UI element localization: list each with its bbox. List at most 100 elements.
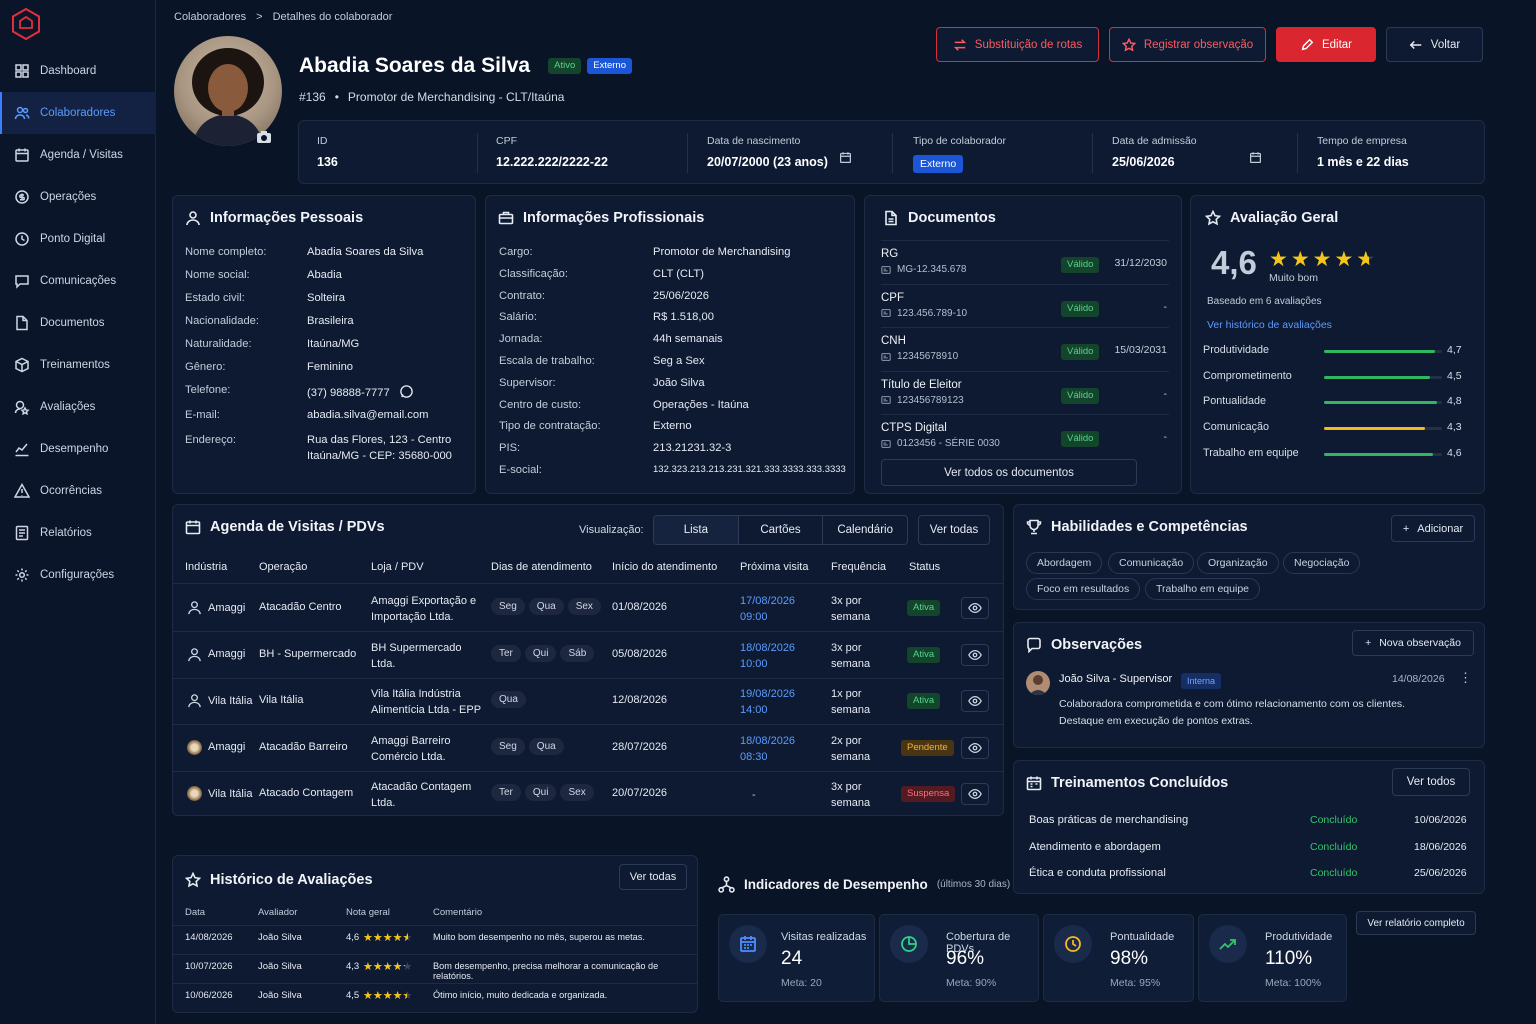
view-calendar-tab[interactable]: Calendário <box>823 516 907 544</box>
profile-role: Promotor de Merchandising - CLT/Itaúna <box>347 90 565 104</box>
kpi-card[interactable]: Pontualidade 98% Meta: 95% <box>1043 914 1194 1002</box>
skill-tag[interactable]: Organização <box>1197 552 1279 574</box>
document-number: 0123456 - SÉRIE 0030 <box>881 438 1000 449</box>
skill-tag[interactable]: Foco em resultados <box>1026 578 1141 600</box>
view-eye-icon[interactable] <box>961 643 989 666</box>
skill-tag[interactable]: Negociação <box>1283 552 1361 574</box>
history-row[interactable]: 10/06/2026João Silva4,5★★★★★★★★★★Ótimo i… <box>173 989 697 1009</box>
personal-field-value: Solteira <box>307 292 345 304</box>
history-row[interactable]: 10/07/2026João Silva4,3★★★★★★★★★★Bom des… <box>173 960 697 981</box>
table-row[interactable]: Vila Itália Vila Itália Vila Itália Indúst… <box>173 678 1003 724</box>
history-comment: Muito bom desempenho no mês, superou as … <box>433 932 645 942</box>
trainings-see-all-button[interactable]: Ver todos <box>1392 768 1470 796</box>
document-row[interactable]: CNH 12345678910 Válido 15/03/2031 <box>881 335 1171 375</box>
history-see-all-label: Ver todas <box>629 871 677 883</box>
kpi-value: 98% <box>1110 948 1149 969</box>
star-icon: ★★ <box>382 932 393 944</box>
history-row[interactable]: 14/08/2026 João Silva 4,6 ★ ★ ★ ★ ★ ★ ★ ★ ★ ★ Muito b… <box>173 931 697 951</box>
document-row[interactable]: Título de Eleitor 123456789123 Válido - <box>881 379 1171 419</box>
sidebar-item-comunicações[interactable]: Comunicações <box>0 260 156 302</box>
star-icon: ★★ <box>1356 248 1379 271</box>
skill-tag[interactable]: Abordagem <box>1026 552 1103 574</box>
criterion-bar-fill <box>1324 375 1431 379</box>
document-icon <box>885 210 897 226</box>
agenda-start-date: 20/07/2026 <box>612 787 668 799</box>
observation-text-line1: Colaboradora comprometida e com ótimo re… <box>1059 698 1406 710</box>
document-status: Válido <box>1061 257 1100 273</box>
personal-field-label: E-mail: <box>185 409 220 421</box>
personal-field-value: Itaúna/MG <box>307 338 360 350</box>
birth-calendar-icon[interactable] <box>839 151 852 167</box>
sidebar-item-relatórios[interactable]: Relatórios <box>0 512 156 554</box>
full-report-button[interactable]: Ver relatório completo <box>1356 911 1476 935</box>
skill-tag[interactable]: Comunicação <box>1108 552 1195 574</box>
document-row[interactable]: CPF 123.456.789-10 Válido - <box>881 292 1171 332</box>
view-eye-icon[interactable] <box>961 597 989 619</box>
breadcrumb-root[interactable]: Colaboradores <box>174 11 246 23</box>
table-row[interactable]: Vila Itália Atacado Contagem Atacadão Cont… <box>173 771 1003 817</box>
trend-icon <box>1209 925 1247 963</box>
sidebar-item-avaliações[interactable]: Avaliações <box>0 386 156 428</box>
document-row[interactable]: CTPS Digital 0123456 - SÉRIE 0030 Válido - <box>881 422 1171 462</box>
profile-header: Abadia Soares da Silva Ativo Externo <box>299 54 632 78</box>
view-all-documents-label: Ver todos os documentos <box>944 466 1074 479</box>
document-row[interactable]: RG MG-12.345.678 Válido 31/12/2030 <box>881 248 1171 288</box>
app-logo-icon[interactable] <box>10 8 42 40</box>
history-date: 10/07/2026 <box>185 961 233 972</box>
plus-icon: + <box>1365 637 1372 649</box>
more-options-icon[interactable]: ⋮ <box>1459 670 1472 686</box>
kpi-label: Pontualidade <box>1110 931 1175 943</box>
agenda-see-all-button[interactable]: Ver todas <box>918 515 990 545</box>
view-eye-icon[interactable] <box>961 690 989 712</box>
admission-calendar-icon[interactable] <box>1249 151 1262 167</box>
type-badge: Externo <box>587 58 632 74</box>
agenda-column-header: Loja / PDV <box>371 561 424 573</box>
sidebar-item-colaboradores[interactable]: Colaboradores <box>0 92 156 134</box>
summary-value: 25/06/2026 <box>1112 155 1175 169</box>
sidebar-item-ponto-digital[interactable]: Ponto Digital <box>0 218 156 260</box>
table-row[interactable]: Amaggi BH - Supermercado BH Supermercado Lt… <box>173 632 1003 678</box>
summary-item: Data de admissão 25/06/2026 <box>1112 135 1197 169</box>
skill-tag[interactable]: Trabalho em equipe <box>1145 578 1261 600</box>
report-icon <box>15 525 29 541</box>
agenda-column-header: Indústria <box>185 561 228 573</box>
breadcrumb-current: Detalhes do colaborador <box>272 11 393 23</box>
view-all-documents-button[interactable]: Ver todos os documentos <box>881 459 1137 486</box>
view-mode-toggle: Lista Cartões Calendário <box>653 515 908 545</box>
view-eye-icon[interactable] <box>961 783 989 805</box>
camera-icon[interactable] <box>256 130 272 144</box>
sidebar-item-desempenho[interactable]: Desempenho <box>0 428 156 470</box>
register-observation-button[interactable]: Registrar observação <box>1109 27 1266 62</box>
history-see-all-button[interactable]: Ver todas <box>619 864 687 890</box>
sidebar-item-agenda-visitas[interactable]: Agenda / Visitas <box>0 134 156 176</box>
sidebar-item-ocorrências[interactable]: Ocorrências <box>0 470 156 512</box>
brand-logo-icon <box>187 739 202 755</box>
training-row[interactable]: Boas práticas de merchandising Concluído 1… <box>1014 812 1484 834</box>
rating-history-link[interactable]: Ver histórico de avaliações <box>1207 319 1332 331</box>
add-skill-button[interactable]: + Adicionar <box>1391 515 1475 542</box>
summary-value: 12.222.222/2222-22 <box>496 155 608 169</box>
kpi-card[interactable]: Produtividade 110% Meta: 100% <box>1198 914 1347 1002</box>
sidebar-item-treinamentos[interactable]: Treinamentos <box>0 344 156 386</box>
personal-info-title: Informações Pessoais <box>185 210 363 226</box>
edit-button[interactable]: Editar <box>1276 27 1376 62</box>
whatsapp-icon[interactable] <box>399 384 414 399</box>
star-icon: ★★ <box>402 990 413 1002</box>
star-icon: ★★ <box>363 961 373 973</box>
view-eye-icon[interactable] <box>961 736 989 759</box>
sidebar-item-dashboard[interactable]: Dashboard <box>0 50 156 92</box>
kpi-card[interactable]: Cobertura de PDVs 96% Meta: 90% <box>879 914 1039 1002</box>
sidebar-item-documentos[interactable]: Documentos <box>0 302 156 344</box>
table-row[interactable]: Amaggi Atacadão Barreiro Amaggi Barreiro Co… <box>173 725 1003 771</box>
brand-logo-icon <box>187 786 202 801</box>
view-list-tab[interactable]: Lista <box>654 516 739 544</box>
route-substitution-button[interactable]: Substituição de rotas <box>936 27 1099 62</box>
kpi-card[interactable]: Visitas realizadas 24 Meta: 20 <box>718 914 875 1002</box>
breadcrumb: Colaboradores > Detalhes do colaborador <box>174 11 392 23</box>
new-observation-button[interactable]: + Nova observação <box>1352 630 1474 656</box>
table-row[interactable]: Amaggi Atacadão Centro Amaggi Exportação e… <box>173 585 1003 631</box>
view-cards-tab[interactable]: Cartões <box>739 516 824 544</box>
back-button[interactable]: Voltar <box>1386 27 1483 62</box>
sidebar-item-operações[interactable]: Operações <box>0 176 156 218</box>
sidebar-item-configurações[interactable]: Configurações <box>0 554 156 596</box>
